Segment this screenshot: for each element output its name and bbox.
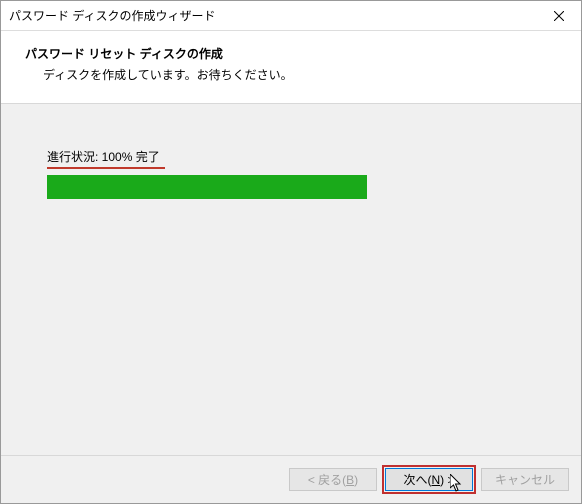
close-icon (554, 11, 564, 21)
progress-bar-fill (47, 175, 367, 199)
header-area: パスワード リセット ディスクの作成 ディスクを作成しています。お待ちください。 (1, 31, 581, 103)
wizard-window: パスワード ディスクの作成ウィザード パスワード リセット ディスクの作成 ディ… (0, 0, 582, 504)
close-button[interactable] (536, 1, 581, 30)
header-subtitle: ディスクを作成しています。お待ちください。 (25, 66, 557, 83)
content-area: 進行状況: 100% 完了 (1, 103, 581, 455)
back-button: < 戻る(B) (289, 468, 377, 491)
titlebar: パスワード ディスクの作成ウィザード (1, 1, 581, 31)
window-title: パスワード ディスクの作成ウィザード (9, 7, 536, 24)
back-button-suffix: ) (354, 473, 358, 487)
next-button-suffix: ) > (440, 473, 454, 487)
next-button-prefix: 次へ( (403, 471, 431, 488)
header-title: パスワード リセット ディスクの作成 (25, 45, 557, 62)
progress-bar (47, 175, 367, 199)
next-button[interactable]: 次へ(N) > (385, 468, 473, 491)
button-bar: < 戻る(B) 次へ(N) > キャンセル (1, 455, 581, 503)
next-button-key: N (431, 473, 440, 487)
progress-label: 進行状況: 100% 完了 (47, 148, 535, 165)
back-button-key: B (346, 473, 354, 487)
cancel-button-label: キャンセル (495, 471, 555, 488)
highlight-underline (47, 167, 165, 169)
back-button-prefix: < 戻る( (308, 471, 346, 488)
cancel-button: キャンセル (481, 468, 569, 491)
